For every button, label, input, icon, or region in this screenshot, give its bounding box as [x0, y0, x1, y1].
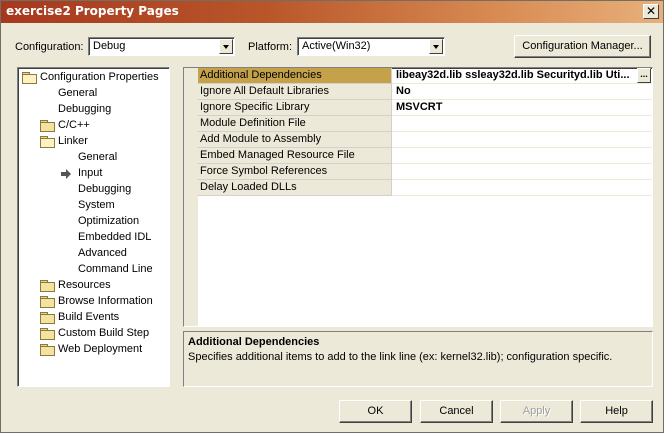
tree-item-label: System: [78, 199, 115, 211]
window-title: exercise2 Property Pages: [6, 4, 179, 18]
property-name[interactable]: Ignore All Default Libraries: [198, 84, 392, 100]
grid-gutter: [184, 68, 198, 326]
tree-item-embedded-idl-linker[interactable]: Embedded IDL: [18, 230, 169, 246]
description-panel: Additional Dependencies Specifies additi…: [183, 331, 653, 387]
property-name[interactable]: Delay Loaded DLLs: [198, 180, 392, 196]
folder-icon: [40, 328, 55, 340]
platform-label: Platform:: [248, 41, 293, 53]
property-row-add-module-to-assembly[interactable]: Add Module to Assembly: [198, 132, 652, 148]
property-value[interactable]: [392, 132, 652, 148]
property-name[interactable]: Module Definition File: [198, 116, 392, 132]
property-row-embed-managed-resource-file[interactable]: Embed Managed Resource File: [198, 148, 652, 164]
property-name[interactable]: Embed Managed Resource File: [198, 148, 392, 164]
tree-item-build-events[interactable]: Build Events: [18, 310, 169, 326]
property-name[interactable]: Force Symbol References: [198, 164, 392, 180]
title-bar[interactable]: exercise2 Property Pages ✕: [1, 1, 663, 23]
property-value[interactable]: [392, 164, 652, 180]
folder-icon: [40, 312, 55, 324]
apply-button[interactable]: Apply: [500, 400, 573, 423]
property-name[interactable]: Add Module to Assembly: [198, 132, 392, 148]
tree-item-label: Resources: [58, 279, 111, 291]
tree-item-command-line-linker[interactable]: Command Line: [18, 262, 169, 278]
property-value-text: MSVCRT: [396, 101, 443, 113]
property-value[interactable]: [392, 148, 652, 164]
tree-item-label: Input: [78, 167, 103, 179]
property-grid[interactable]: Additional Dependencies libeay32d.lib ssl…: [183, 67, 653, 327]
property-tree[interactable]: Configuration Properties General Debugging…: [17, 67, 170, 387]
cancel-button[interactable]: Cancel: [420, 400, 493, 423]
tree-item-label: Advanced: [78, 247, 127, 259]
property-row-ignore-all-default-libraries[interactable]: Ignore All Default Libraries No: [198, 84, 652, 100]
help-button[interactable]: Help: [580, 400, 653, 423]
tree-item-label: Optimization: [78, 215, 140, 227]
tree-item-debugging-linker[interactable]: Debugging: [18, 182, 169, 198]
tree-item-linker[interactable]: Linker: [18, 134, 169, 150]
tree-item-browse-information[interactable]: Browse Information: [18, 294, 169, 310]
configuration-value: Debug: [93, 40, 126, 52]
chevron-down-icon[interactable]: [219, 39, 233, 54]
tree-item-debugging[interactable]: Debugging: [18, 102, 169, 118]
tree-item-label: Debugging: [58, 103, 112, 115]
arrow-right-icon: [61, 169, 71, 179]
tree-item-c-c[interactable]: C/C++: [18, 118, 169, 134]
tree-item-label: Command Line: [78, 263, 153, 275]
property-row-additional-dependencies[interactable]: Additional Dependencies libeay32d.lib ssl…: [198, 68, 652, 84]
property-name[interactable]: Ignore Specific Library: [198, 100, 392, 116]
tree-item-label: Debugging: [78, 183, 132, 195]
property-row-delay-loaded-dlls[interactable]: Delay Loaded DLLs: [198, 180, 652, 196]
tree-item-label: General: [58, 87, 98, 99]
property-row-ignore-specific-library[interactable]: Ignore Specific Library MSVCRT: [198, 100, 652, 116]
tree-item-label: Build Events: [58, 311, 120, 323]
property-value[interactable]: [392, 116, 652, 132]
tree-item-label: Web Deployment: [58, 343, 143, 355]
tree-item-optimization-linker[interactable]: Optimization: [18, 214, 169, 230]
ellipsis-button[interactable]: ...: [637, 68, 651, 83]
tree-item-general[interactable]: General: [18, 86, 169, 102]
property-row-force-symbol-references[interactable]: Force Symbol References: [198, 164, 652, 180]
close-button[interactable]: ✕: [643, 4, 659, 19]
tree-item-configuration-properties[interactable]: Configuration Properties: [18, 70, 169, 86]
tree-item-label: Embedded IDL: [78, 231, 152, 243]
folder-icon: [40, 296, 55, 308]
configuration-dropdown[interactable]: Debug: [88, 37, 235, 56]
property-pages-dialog: exercise2 Property Pages ✕ Configuration…: [0, 0, 664, 433]
tree-item-resources[interactable]: Resources: [18, 278, 169, 294]
platform-value: Active(Win32): [302, 40, 371, 52]
description-text: Specifies additional items to add to the…: [188, 351, 613, 363]
property-name[interactable]: Additional Dependencies: [198, 68, 392, 84]
tree-item-general-linker[interactable]: General: [18, 150, 169, 166]
configuration-label: Configuration:: [15, 41, 84, 53]
close-icon: ✕: [645, 4, 657, 18]
property-value-text: No: [396, 85, 411, 97]
folder-open-icon: [40, 136, 55, 148]
tree-item-label: Custom Build Step: [58, 327, 150, 339]
property-value[interactable]: No: [392, 84, 652, 100]
tree-item-custom-build-step[interactable]: Custom Build Step: [18, 326, 169, 342]
property-value[interactable]: libeay32d.lib ssleay32d.lib Securityd.li…: [392, 68, 652, 84]
tree-item-label: Configuration Properties: [40, 71, 159, 83]
ok-button[interactable]: OK: [339, 400, 412, 423]
folder-icon: [40, 280, 55, 292]
folder-icon: [40, 120, 55, 132]
tree-item-web-deployment[interactable]: Web Deployment: [18, 342, 169, 358]
tree-item-label: General: [78, 151, 118, 163]
property-value[interactable]: MSVCRT: [392, 100, 652, 116]
folder-open-icon: [22, 72, 37, 84]
description-title: Additional Dependencies: [188, 336, 320, 348]
property-row-module-definition-file[interactable]: Module Definition File: [198, 116, 652, 132]
tree-item-label: Browse Information: [58, 295, 153, 307]
property-value-text: libeay32d.lib ssleay32d.lib Securityd.li…: [396, 69, 630, 81]
folder-icon: [40, 344, 55, 356]
tree-item-system-linker[interactable]: System: [18, 198, 169, 214]
property-value[interactable]: [392, 180, 652, 196]
chevron-down-icon[interactable]: [429, 39, 443, 54]
configuration-manager-button[interactable]: Configuration Manager...: [514, 35, 651, 58]
platform-dropdown[interactable]: Active(Win32): [297, 37, 445, 56]
tree-item-label: Linker: [58, 135, 88, 147]
tree-item-advanced-linker[interactable]: Advanced: [18, 246, 169, 262]
tree-item-label: C/C++: [58, 119, 90, 131]
tree-item-input-linker[interactable]: Input: [18, 166, 169, 182]
